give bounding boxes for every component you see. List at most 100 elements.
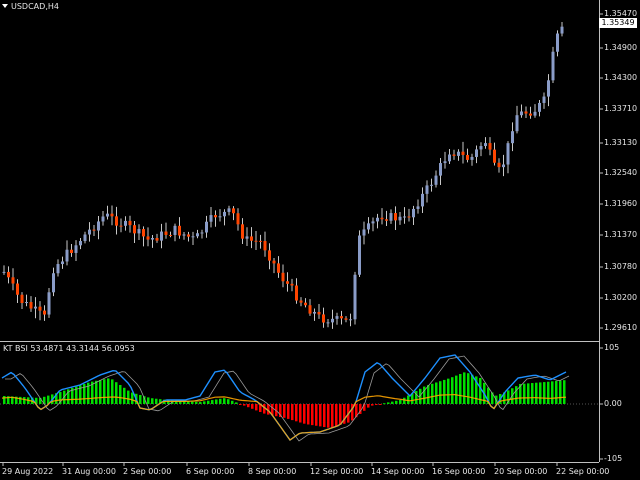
candle-body bbox=[524, 111, 528, 114]
candle-body bbox=[295, 285, 298, 301]
candle-body bbox=[515, 115, 519, 132]
candle-body bbox=[448, 154, 451, 162]
histogram-bar bbox=[227, 399, 230, 404]
candle-body bbox=[371, 221, 375, 224]
histogram-bar bbox=[311, 404, 314, 426]
histogram-bar bbox=[107, 378, 110, 404]
histogram-bar bbox=[283, 404, 286, 418]
symbol-text: USDCAD,H4 bbox=[11, 2, 59, 11]
candle-body bbox=[313, 311, 316, 314]
time-tick-label: 2 Sep 00:00 bbox=[123, 467, 172, 476]
candle-body bbox=[533, 111, 537, 116]
histogram-bar bbox=[371, 404, 374, 406]
candle-body bbox=[497, 162, 501, 168]
candle-body bbox=[322, 314, 325, 323]
histogram-bar bbox=[471, 374, 474, 404]
candle-body bbox=[452, 154, 456, 156]
candle-body bbox=[547, 80, 550, 97]
candle-body bbox=[38, 306, 42, 311]
histogram-bar bbox=[303, 404, 306, 424]
price-tick-label: 1.30200 bbox=[604, 293, 638, 302]
histogram-bar bbox=[203, 401, 206, 404]
candle-body bbox=[214, 215, 217, 218]
histogram-bar bbox=[239, 404, 242, 405]
chart-canvas[interactable] bbox=[0, 0, 640, 480]
candle-body bbox=[403, 216, 406, 218]
candle-body bbox=[83, 234, 87, 242]
candle-body bbox=[182, 234, 186, 236]
candle-body bbox=[101, 216, 105, 222]
candle-body bbox=[304, 302, 307, 306]
histogram-bar bbox=[335, 404, 338, 427]
candle-body bbox=[362, 229, 366, 236]
candle-body bbox=[97, 221, 100, 231]
histogram-bar bbox=[235, 402, 238, 404]
candle-body bbox=[502, 164, 505, 168]
candle-body bbox=[20, 294, 24, 304]
histogram-bar bbox=[399, 400, 402, 404]
histogram-bar bbox=[151, 398, 154, 404]
price-tick-label: 1.31370 bbox=[604, 230, 638, 239]
candle-body bbox=[47, 292, 51, 315]
candle-body bbox=[551, 51, 555, 81]
candle-body bbox=[511, 131, 514, 144]
histogram-bar bbox=[435, 382, 438, 404]
candle-body bbox=[349, 319, 352, 321]
candle-body bbox=[443, 161, 447, 164]
candle-body bbox=[286, 281, 289, 284]
candle-body bbox=[245, 236, 249, 239]
candle-body bbox=[326, 322, 330, 324]
histogram-bar bbox=[387, 402, 390, 404]
candle-body bbox=[25, 302, 28, 304]
candle-body bbox=[133, 225, 136, 234]
time-tick-label: 22 Sep 00:00 bbox=[556, 467, 610, 476]
indicator-tick-label: 105 bbox=[604, 343, 620, 352]
histogram-bar bbox=[19, 396, 22, 404]
candle-body bbox=[317, 311, 321, 315]
time-tick-label: 20 Sep 00:00 bbox=[494, 467, 548, 476]
candle-body bbox=[560, 26, 564, 34]
candle-body bbox=[110, 213, 114, 217]
candle-body bbox=[34, 306, 37, 309]
candle-body bbox=[353, 274, 357, 320]
histogram-bar bbox=[127, 390, 130, 404]
time-tick-label: 16 Sep 00:00 bbox=[432, 467, 486, 476]
histogram-bar bbox=[427, 385, 430, 404]
candle-body bbox=[137, 229, 141, 234]
price-tick-label: 1.34300 bbox=[604, 73, 638, 82]
histogram-bar bbox=[367, 404, 370, 408]
candle-body bbox=[529, 113, 532, 116]
histogram-bar bbox=[167, 400, 170, 404]
symbol-timeframe-label[interactable]: USDCAD,H4 bbox=[2, 2, 59, 12]
candlestick-series bbox=[2, 22, 564, 329]
candle-body bbox=[119, 225, 123, 227]
candle-body bbox=[232, 208, 235, 214]
chevron-down-icon[interactable] bbox=[2, 4, 8, 8]
candle-body bbox=[268, 250, 271, 261]
indicator-tick-label: 0.00 bbox=[604, 399, 622, 408]
candle-body bbox=[340, 316, 343, 319]
candle-body bbox=[160, 231, 163, 241]
candle-body bbox=[475, 149, 478, 157]
candle-body bbox=[416, 206, 420, 209]
histogram-bar bbox=[379, 404, 382, 405]
histogram-bar bbox=[147, 397, 150, 404]
histogram-bar bbox=[395, 400, 398, 404]
candle-body bbox=[56, 264, 60, 274]
histogram-bar bbox=[219, 398, 222, 404]
time-tick-label: 6 Sep 00:00 bbox=[186, 467, 235, 476]
histogram-bar bbox=[307, 404, 310, 425]
current-price-tag: 1.35349 bbox=[599, 18, 637, 28]
candle-body bbox=[191, 236, 195, 238]
histogram-bar bbox=[551, 381, 554, 404]
candle-body bbox=[272, 260, 276, 264]
candle-body bbox=[142, 229, 145, 237]
histogram-bar bbox=[155, 398, 158, 404]
candle-body bbox=[2, 271, 6, 273]
candle-body bbox=[241, 224, 244, 239]
candle-body bbox=[128, 220, 132, 226]
candle-body bbox=[484, 143, 487, 147]
candle-body bbox=[461, 151, 465, 155]
candle-body bbox=[277, 263, 280, 273]
histogram-bar bbox=[295, 404, 298, 422]
